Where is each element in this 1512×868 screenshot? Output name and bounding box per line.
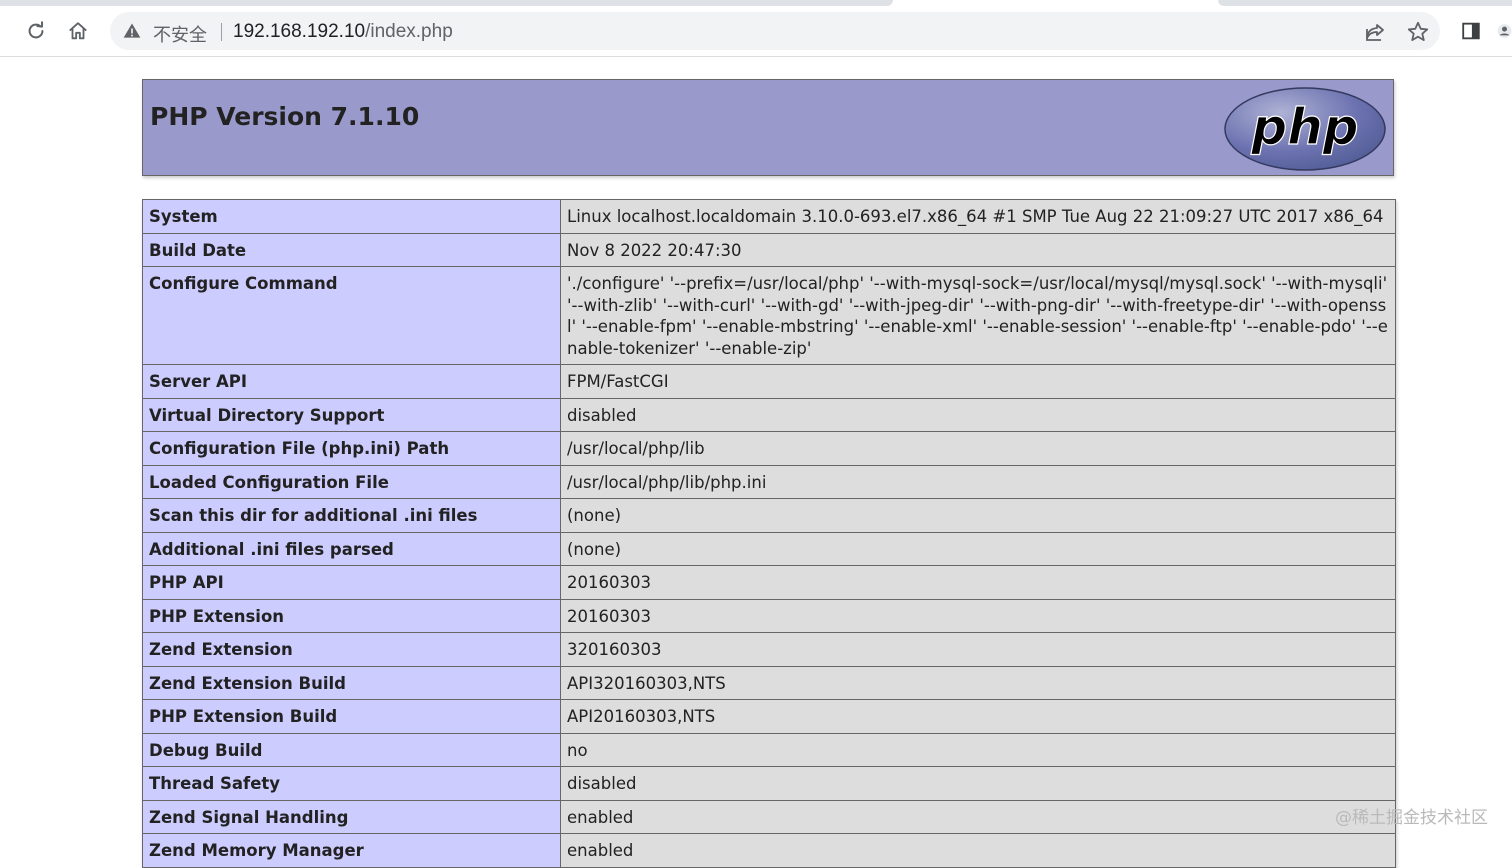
row-value: FPM/FastCGI: [560, 364, 1396, 399]
table-row: Zend Extension 320160303: [142, 632, 1396, 667]
row-key: Additional .ini files parsed: [142, 531, 561, 566]
url-path: /index.php: [365, 21, 453, 42]
home-button[interactable]: [63, 16, 93, 46]
row-value: Nov 8 2022 20:47:30: [560, 232, 1396, 267]
table-row: Debug Build no: [142, 732, 1396, 767]
php-logo-text: php: [1250, 98, 1358, 156]
url-host: 192.168.192.10: [233, 21, 366, 42]
url-text[interactable]: 192.168.192.10/index.php: [233, 21, 453, 43]
row-key: PHP Extension: [142, 598, 561, 633]
row-key: PHP API: [142, 565, 561, 600]
row-value: (none): [560, 531, 1396, 566]
row-key: Debug Build: [142, 732, 561, 767]
browser-toolbar: 不安全 192.168.192.10/index.php: [0, 6, 1512, 57]
row-value: enabled: [560, 833, 1396, 868]
row-key: Zend Memory Manager: [142, 833, 561, 868]
table-row: PHP Extension 20160303: [142, 598, 1396, 633]
table-row: Additional .ini files parsed (none): [142, 531, 1396, 566]
table-row: Configure Command './configure' '--prefix…: [142, 266, 1396, 365]
php-info-table: System Linux localhost.localdomain 3.10.0…: [142, 199, 1396, 868]
row-value: enabled: [560, 799, 1396, 834]
row-value: API320160303,NTS: [560, 665, 1396, 700]
row-key: Virtual Directory Support: [142, 397, 561, 432]
row-key: System: [142, 199, 561, 234]
row-value: 20160303: [560, 565, 1396, 600]
table-row: Scan this dir for additional .ini files(…: [142, 498, 1396, 533]
row-value: /usr/local/php/lib/php.ini: [560, 464, 1396, 499]
profile-icon: [1497, 24, 1512, 38]
row-value: Linux localhost.localdomain 3.10.0-693.e…: [560, 199, 1396, 234]
php-version-title: PHP Version 7.1.10: [150, 102, 420, 131]
table-row: Configuration File (php.ini) Path/usr/lo…: [142, 431, 1396, 466]
row-key: Zend Extension: [142, 632, 561, 667]
profile-button[interactable]: [1497, 16, 1512, 46]
reload-icon: [28, 21, 44, 39]
table-row: Server API FPM/FastCGI: [142, 364, 1396, 399]
table-row: Build Date Nov 8 2022 20:47:30: [142, 232, 1396, 267]
reload-button[interactable]: [21, 16, 51, 46]
table-row: Virtual Directory Support disabled: [142, 397, 1396, 432]
row-value: API20160303,NTS: [560, 699, 1396, 734]
row-value: no: [560, 732, 1396, 767]
row-value: './configure' '--prefix=/usr/local/php' …: [560, 266, 1396, 365]
omnibox-divider: [221, 23, 222, 41]
warning-icon[interactable]: [122, 21, 142, 41]
table-row: Zend Extension Build API320160303,NTS: [142, 665, 1396, 700]
table-row: System Linux localhost.localdomain 3.10.0…: [142, 199, 1396, 234]
row-key: Server API: [142, 364, 561, 399]
row-value: (none): [560, 498, 1396, 533]
side-panel-button[interactable]: [1456, 16, 1486, 46]
row-value: disabled: [560, 766, 1396, 801]
watermark: @稀土掘金技术社区: [1335, 808, 1488, 828]
table-row: Zend Memory Manager enabled: [142, 833, 1396, 868]
row-value: disabled: [560, 397, 1396, 432]
row-value: 320160303: [560, 632, 1396, 667]
table-row: Zend Signal Handling enabled: [142, 799, 1396, 834]
row-key: Scan this dir for additional .ini files: [142, 498, 561, 533]
address-bar[interactable]: 不安全 192.168.192.10/index.php: [110, 12, 1440, 50]
row-key: Zend Signal Handling: [142, 799, 561, 834]
row-key: PHP Extension Build: [142, 699, 561, 734]
side-panel-icon: [1462, 22, 1480, 40]
php-version-header: PHP Version 7.1.10 php: [142, 79, 1394, 176]
row-key: Zend Extension Build: [142, 665, 561, 700]
share-icon[interactable]: [1363, 20, 1387, 44]
security-status-label[interactable]: 不安全: [153, 21, 207, 47]
row-key: Build Date: [142, 232, 561, 267]
row-key: Configuration File (php.ini) Path: [142, 431, 561, 466]
table-row: PHP API 20160303: [142, 565, 1396, 600]
table-row: Loaded Configuration File/usr/local/php/…: [142, 464, 1396, 499]
row-key: Loaded Configuration File: [142, 464, 561, 499]
row-key: Thread Safety: [142, 766, 561, 801]
row-value: 20160303: [560, 598, 1396, 633]
table-row: Thread Safety disabled: [142, 766, 1396, 801]
star-icon[interactable]: [1406, 20, 1430, 44]
table-row: PHP Extension Build API20160303,NTS: [142, 699, 1396, 734]
row-key: Configure Command: [142, 266, 561, 365]
row-value: /usr/local/php/lib: [560, 431, 1396, 466]
php-logo[interactable]: php: [1223, 86, 1387, 172]
home-icon: [69, 22, 87, 40]
